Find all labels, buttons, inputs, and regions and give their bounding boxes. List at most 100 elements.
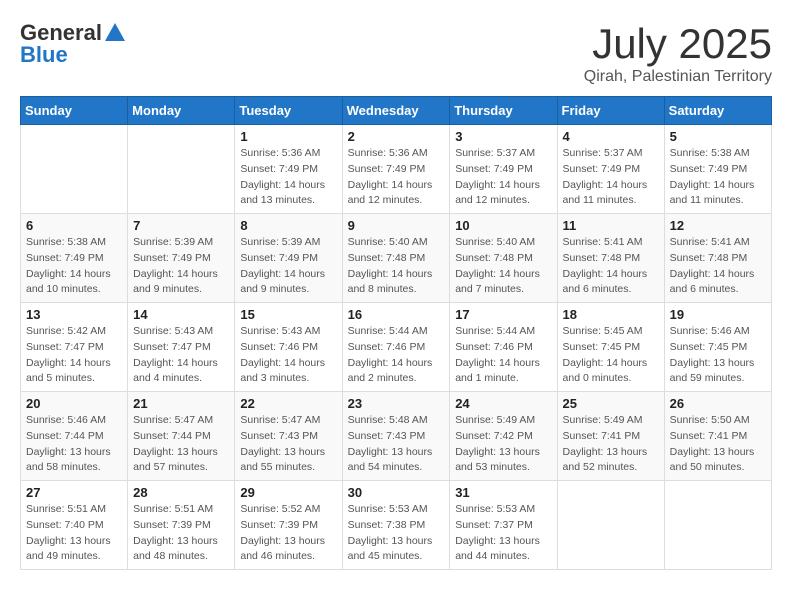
weekday-header-monday: Monday [128, 97, 235, 125]
calendar-cell [128, 125, 235, 214]
calendar-cell: 26 Sunrise: 5:50 AM Sunset: 7:41 PM Dayli… [664, 392, 771, 481]
weekday-header-tuesday: Tuesday [235, 97, 342, 125]
day-info: Sunrise: 5:46 AM Sunset: 7:44 PM Dayligh… [26, 413, 122, 476]
calendar-cell: 10Sunrise: 5:40 AM Sunset: 7:48 PM Dayli… [450, 214, 557, 303]
calendar-cell: 20 Sunrise: 5:46 AM Sunset: 7:44 PM Dayli… [21, 392, 128, 481]
day-info: Sunrise: 5:53 AM Sunset: 7:37 PM Dayligh… [455, 502, 551, 565]
day-info: Sunrise: 5:36 AM Sunset: 7:49 PM Dayligh… [240, 146, 336, 209]
day-number: 2 [348, 129, 445, 144]
day-number: 25 [563, 396, 659, 411]
calendar-cell: 30 Sunrise: 5:53 AM Sunset: 7:38 PM Dayli… [342, 481, 450, 570]
logo-triangle-icon [105, 23, 125, 41]
calendar-cell: 5 Sunrise: 5:38 AM Sunset: 7:49 PM Daylig… [664, 125, 771, 214]
calendar-week-row: 1 Sunrise: 5:36 AM Sunset: 7:49 PM Daylig… [21, 125, 772, 214]
calendar-week-row: 6 Sunrise: 5:38 AM Sunset: 7:49 PM Daylig… [21, 214, 772, 303]
calendar-header-row: SundayMondayTuesdayWednesdayThursdayFrid… [21, 97, 772, 125]
calendar-cell: 8 Sunrise: 5:39 AM Sunset: 7:49 PM Daylig… [235, 214, 342, 303]
day-info: Sunrise: 5:37 AM Sunset: 7:49 PM Dayligh… [455, 146, 551, 209]
weekday-header-wednesday: Wednesday [342, 97, 450, 125]
day-info: Sunrise: 5:38 AM Sunset: 7:49 PM Dayligh… [670, 146, 766, 209]
calendar-cell: 16 Sunrise: 5:44 AM Sunset: 7:46 PM Dayli… [342, 303, 450, 392]
calendar-cell: 27 Sunrise: 5:51 AM Sunset: 7:40 PM Dayli… [21, 481, 128, 570]
day-number: 19 [670, 307, 766, 322]
day-number: 1 [240, 129, 336, 144]
logo-blue-text: Blue [20, 42, 68, 68]
day-info: Sunrise: 5:44 AM Sunset: 7:46 PM Dayligh… [348, 324, 445, 387]
day-info: Sunrise: 5:41 AM Sunset: 7:48 PM Dayligh… [670, 235, 766, 298]
calendar-cell: 12 Sunrise: 5:41 AM Sunset: 7:48 PM Dayli… [664, 214, 771, 303]
calendar-cell: 31 Sunrise: 5:53 AM Sunset: 7:37 PM Dayli… [450, 481, 557, 570]
calendar-cell: 21 Sunrise: 5:47 AM Sunset: 7:44 PM Dayli… [128, 392, 235, 481]
weekday-header-friday: Friday [557, 97, 664, 125]
day-number: 9 [348, 218, 445, 233]
calendar-cell [664, 481, 771, 570]
day-info: Sunrise: 5:53 AM Sunset: 7:38 PM Dayligh… [348, 502, 445, 565]
calendar-cell [557, 481, 664, 570]
location-subtitle: Qirah, Palestinian Territory [584, 68, 772, 86]
day-number: 16 [348, 307, 445, 322]
day-info: Sunrise: 5:40 AM Sunset: 7:48 PM Dayligh… [348, 235, 445, 298]
day-info: Sunrise: 5:41 AM Sunset: 7:48 PM Dayligh… [563, 235, 659, 298]
day-number: 31 [455, 485, 551, 500]
day-number: 15 [240, 307, 336, 322]
day-info: Sunrise: 5:38 AM Sunset: 7:49 PM Dayligh… [26, 235, 122, 298]
day-info: Sunrise: 5:39 AM Sunset: 7:49 PM Dayligh… [240, 235, 336, 298]
day-info: Sunrise: 5:52 AM Sunset: 7:39 PM Dayligh… [240, 502, 336, 565]
day-info: Sunrise: 5:47 AM Sunset: 7:44 PM Dayligh… [133, 413, 229, 476]
calendar-cell: 7 Sunrise: 5:39 AM Sunset: 7:49 PM Daylig… [128, 214, 235, 303]
day-number: 7 [133, 218, 229, 233]
calendar-cell: 15 Sunrise: 5:43 AM Sunset: 7:46 PM Dayli… [235, 303, 342, 392]
day-number: 30 [348, 485, 445, 500]
day-number: 5 [670, 129, 766, 144]
day-number: 28 [133, 485, 229, 500]
day-info: Sunrise: 5:51 AM Sunset: 7:40 PM Dayligh… [26, 502, 122, 565]
day-number: 27 [26, 485, 122, 500]
calendar-cell: 18Sunrise: 5:45 AM Sunset: 7:45 PM Dayli… [557, 303, 664, 392]
calendar-cell: 25 Sunrise: 5:49 AM Sunset: 7:41 PM Dayli… [557, 392, 664, 481]
calendar-cell: 22 Sunrise: 5:47 AM Sunset: 7:43 PM Dayli… [235, 392, 342, 481]
calendar-cell: 28 Sunrise: 5:51 AM Sunset: 7:39 PM Dayli… [128, 481, 235, 570]
weekday-header-thursday: Thursday [450, 97, 557, 125]
title-area: July 2025 Qirah, Palestinian Territory [584, 20, 772, 86]
day-number: 20 [26, 396, 122, 411]
calendar-cell: 6 Sunrise: 5:38 AM Sunset: 7:49 PM Daylig… [21, 214, 128, 303]
day-number: 26 [670, 396, 766, 411]
day-number: 21 [133, 396, 229, 411]
day-number: 8 [240, 218, 336, 233]
calendar-body: 1 Sunrise: 5:36 AM Sunset: 7:49 PM Daylig… [21, 125, 772, 570]
day-info: Sunrise: 5:51 AM Sunset: 7:39 PM Dayligh… [133, 502, 229, 565]
day-info: Sunrise: 5:49 AM Sunset: 7:42 PM Dayligh… [455, 413, 551, 476]
day-number: 6 [26, 218, 122, 233]
day-info: Sunrise: 5:37 AM Sunset: 7:49 PM Dayligh… [563, 146, 659, 209]
calendar-cell: 4Sunrise: 5:37 AM Sunset: 7:49 PM Daylig… [557, 125, 664, 214]
day-number: 22 [240, 396, 336, 411]
day-info: Sunrise: 5:45 AM Sunset: 7:45 PM Dayligh… [563, 324, 659, 387]
calendar-cell: 29 Sunrise: 5:52 AM Sunset: 7:39 PM Dayli… [235, 481, 342, 570]
calendar-cell: 11Sunrise: 5:41 AM Sunset: 7:48 PM Dayli… [557, 214, 664, 303]
calendar-cell: 3Sunrise: 5:37 AM Sunset: 7:49 PM Daylig… [450, 125, 557, 214]
day-info: Sunrise: 5:47 AM Sunset: 7:43 PM Dayligh… [240, 413, 336, 476]
day-number: 13 [26, 307, 122, 322]
day-number: 12 [670, 218, 766, 233]
day-info: Sunrise: 5:39 AM Sunset: 7:49 PM Dayligh… [133, 235, 229, 298]
day-info: Sunrise: 5:36 AM Sunset: 7:49 PM Dayligh… [348, 146, 445, 209]
month-title: July 2025 [584, 20, 772, 68]
day-number: 17 [455, 307, 551, 322]
day-info: Sunrise: 5:46 AM Sunset: 7:45 PM Dayligh… [670, 324, 766, 387]
day-info: Sunrise: 5:43 AM Sunset: 7:46 PM Dayligh… [240, 324, 336, 387]
calendar-cell: 2 Sunrise: 5:36 AM Sunset: 7:49 PM Daylig… [342, 125, 450, 214]
day-info: Sunrise: 5:49 AM Sunset: 7:41 PM Dayligh… [563, 413, 659, 476]
day-number: 14 [133, 307, 229, 322]
calendar-week-row: 13Sunrise: 5:42 AM Sunset: 7:47 PM Dayli… [21, 303, 772, 392]
day-number: 23 [348, 396, 445, 411]
day-info: Sunrise: 5:43 AM Sunset: 7:47 PM Dayligh… [133, 324, 229, 387]
logo: General Blue [20, 20, 125, 68]
weekday-header-sunday: Sunday [21, 97, 128, 125]
calendar-table: SundayMondayTuesdayWednesdayThursdayFrid… [20, 96, 772, 570]
calendar-cell: 14 Sunrise: 5:43 AM Sunset: 7:47 PM Dayli… [128, 303, 235, 392]
day-number: 29 [240, 485, 336, 500]
calendar-week-row: 27 Sunrise: 5:51 AM Sunset: 7:40 PM Dayli… [21, 481, 772, 570]
weekday-header-saturday: Saturday [664, 97, 771, 125]
calendar-cell: 1 Sunrise: 5:36 AM Sunset: 7:49 PM Daylig… [235, 125, 342, 214]
day-info: Sunrise: 5:50 AM Sunset: 7:41 PM Dayligh… [670, 413, 766, 476]
